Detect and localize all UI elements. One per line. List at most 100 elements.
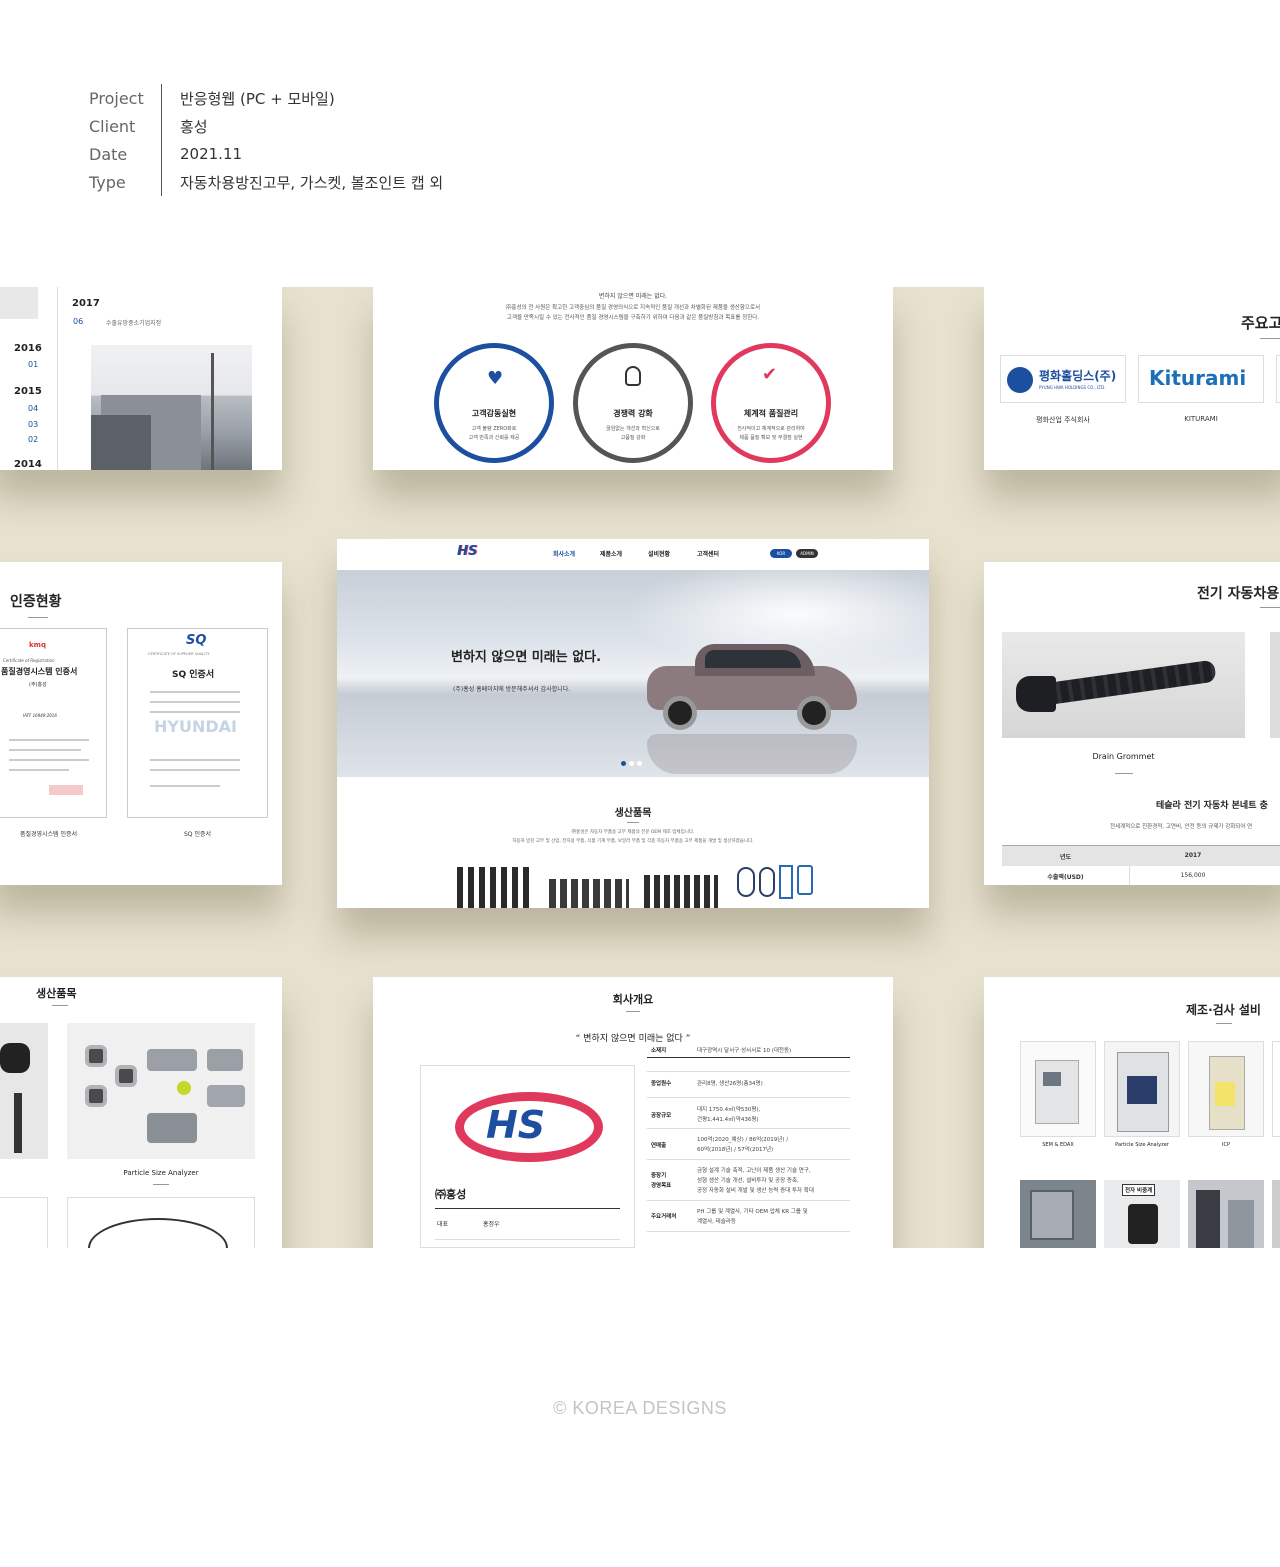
info-row-client: Client 홍성	[89, 112, 443, 140]
product-thumb-hoses	[457, 867, 529, 908]
hero-dot[interactable]	[637, 761, 642, 766]
quality-title: 고객감동실현	[471, 409, 517, 418]
info-label: Date	[89, 144, 128, 164]
equip-title: 제조·검사 설비	[1186, 1003, 1261, 1017]
client-logo-pyunghwa: 평화홀딩스(주) PYUNG HWA HOLDINGS CO., LTD.	[1000, 355, 1126, 403]
product-photo-hoses	[0, 1023, 48, 1159]
ev-subtitle: 테슬라 전기 자동차 본네트 충	[1156, 801, 1268, 811]
company-name-divider	[435, 1208, 620, 1209]
quality-desc: 고품질 강화	[620, 435, 646, 441]
hero-dot[interactable]	[629, 761, 634, 766]
quality-circle-competitive: 경쟁력 강화 끊임없는 개선과 혁신으로 고품질 강화	[573, 343, 693, 463]
company-title-underline	[626, 1011, 640, 1012]
client-caption: KITURAMI	[1184, 415, 1218, 423]
info-divider	[161, 168, 162, 196]
company-value: 100억(2020_예상) / 86억(2019년) /	[697, 1137, 789, 1143]
cert-doc-sq: SQ CERTIFICATE OF SUPPLIER QUALITY SQ 인증…	[127, 628, 268, 818]
company-value: 관리8명, 생산26명(총34명)	[697, 1081, 763, 1087]
equip-caption: ICP	[1222, 1142, 1230, 1148]
equip-photo-particle	[1104, 1041, 1180, 1137]
admin-button[interactable]: ADMIN	[796, 549, 818, 558]
cert-doc-quality: kmq Certificate of Registration 품질경영시스템 …	[0, 628, 107, 818]
lightbulb-icon	[625, 366, 641, 386]
info-divider	[161, 84, 162, 112]
quality-desc: 고객 불량 ZERO화로	[471, 426, 517, 432]
company-value: 건평1,441.4㎡(약436평)	[697, 1117, 759, 1123]
quality-line2: ㈜홍성의 전 사원은 확고한 고객중심의 품질 경영의식으로 지속적인 품질 개…	[505, 305, 761, 311]
equip-caption: Particle Size Analyzer	[1115, 1142, 1169, 1148]
history-month: 06	[73, 317, 84, 326]
table-cell: 수출액(USD)	[1047, 874, 1084, 881]
company-name: ㈜홍성	[435, 1188, 467, 1201]
ev-desc: 전세계적으로 친환경적, 고연비, 안전 등의 규제가 강화되어 연	[1110, 824, 1253, 830]
equip-photo-sem	[1020, 1041, 1096, 1137]
card-ev: 전기 자동차용 Drain Grommet 테슬라 전기 자동차 본네트 충 전…	[984, 562, 1280, 885]
project-info: Project 반응형웹 (PC + 모바일) Client 홍성 Date 2…	[89, 84, 443, 196]
company-value: 계열사, 테슬라등	[697, 1219, 736, 1225]
ev-product-name: Drain Grommet	[1092, 752, 1155, 761]
cert-text-line	[150, 759, 240, 761]
nav-company[interactable]: 회사소개	[553, 549, 575, 558]
cert-doc-title: SQ 인증서	[172, 670, 215, 680]
nav-support[interactable]: 고객센터	[697, 549, 719, 558]
products-title-underline	[627, 822, 639, 823]
company-key: 종업원수	[651, 1081, 672, 1087]
card-history: 2017 06 수출유망중소기업지정 2016 01 2015 04 03 02…	[0, 287, 282, 470]
company-key: 주요거래처	[651, 1214, 677, 1220]
cert-text-line	[9, 759, 89, 761]
ev-title-underline	[1260, 607, 1280, 608]
pyunghwa-emblem-icon	[1007, 367, 1033, 393]
equip-title-underline	[1216, 1023, 1232, 1024]
lang-kor-button[interactable]: KOR	[770, 549, 792, 558]
quality-desc: 제품 품질 확보 및 무결점 실현	[739, 435, 803, 441]
quality-line3: 고객을 만족시킬 수 있는 전사적인 품질 경영시스템을 구축하기 위하여 다음…	[506, 315, 760, 321]
history-month: 02	[28, 435, 39, 444]
cert-text-line	[150, 691, 240, 693]
ev-product-photo-partial	[1270, 632, 1280, 738]
product-photo-orings	[67, 1197, 255, 1248]
ev-table-head: 년도 2017	[1002, 845, 1280, 866]
products2-caption-underline	[153, 1184, 169, 1185]
cert-doc-title: 품질경영시스템 인증서	[1, 667, 78, 676]
info-value: 자동차용방진고무, 가스켓, 볼조인트 캡 외	[180, 173, 444, 192]
company-row-divider	[647, 1128, 850, 1129]
products-desc: ㈜홍성은 자동차 부품용 고무 제품의 전문 OEM 제조 업체입니다.	[571, 830, 695, 835]
table-top-border	[647, 1057, 850, 1058]
history-note: 수출유망중소기업지정	[106, 320, 162, 327]
cert-title: 인증현황	[10, 594, 62, 610]
company-row-divider	[647, 1097, 850, 1098]
company-value: 대구광역시 달서구 성서서로 10 (대천동)	[697, 1048, 792, 1054]
quality-title: 체계적 품질관리	[743, 409, 799, 418]
history-month: 03	[28, 420, 39, 429]
cert-doc-en: Certificate of Registration	[3, 658, 55, 663]
hs-logo-text: HS	[486, 1103, 546, 1147]
nav-products[interactable]: 제품소개	[600, 549, 622, 558]
site-logo[interactable]: HS	[457, 544, 477, 559]
company-value: 금형 설계 기술 축적, 고난이 제품 생산 기술 연구,	[697, 1168, 811, 1174]
info-row-date: Date 2021.11	[89, 140, 443, 168]
ceo-label: 대표	[437, 1221, 449, 1228]
table-head-cell: 년도	[1059, 854, 1072, 861]
hero-car-reflection	[647, 734, 857, 774]
info-value: 2021.11	[180, 145, 243, 163]
company-key: 공장규모	[651, 1113, 672, 1119]
info-row-type: Type 자동차용방진고무, 가스켓, 볼조인트 캡 외	[89, 168, 443, 196]
history-year: 2014	[14, 459, 42, 470]
equip-photo-partial	[1272, 1041, 1280, 1137]
cert-caption: SQ 인증서	[184, 831, 211, 838]
company-value: 60억(2018년) / 57억(2017년)	[697, 1147, 774, 1153]
drain-grommet-shape	[1035, 659, 1217, 707]
cert-caption: 품질경영시스템 인증서	[19, 831, 78, 838]
client-logo-name: Kiturami	[1149, 366, 1247, 390]
card-company: 회사개요 “ 변하지 않으면 미래는 없다 ” HS ㈜홍성 대표 홍정우 소재…	[373, 977, 893, 1248]
quality-desc: 고객 만족과 신뢰를 제공	[468, 435, 520, 441]
cert-doc-std: IATF 16949:2016	[23, 713, 57, 718]
nav-equipment[interactable]: 설비현황	[648, 549, 670, 558]
equip-photo-partial	[1272, 1180, 1280, 1248]
cert-text-line	[150, 711, 240, 713]
cert-doc-company: (주)홍성	[29, 682, 47, 688]
hero-dot-active[interactable]	[621, 761, 626, 766]
products-desc: 자동차 방진 고무 및 산업, 전자용 부품, 식품 기계 부품, 보일러 부품…	[512, 839, 754, 844]
card-certification: 인증현황 kmq Certificate of Registration 품질경…	[0, 562, 282, 885]
company-row-divider	[647, 1071, 850, 1072]
